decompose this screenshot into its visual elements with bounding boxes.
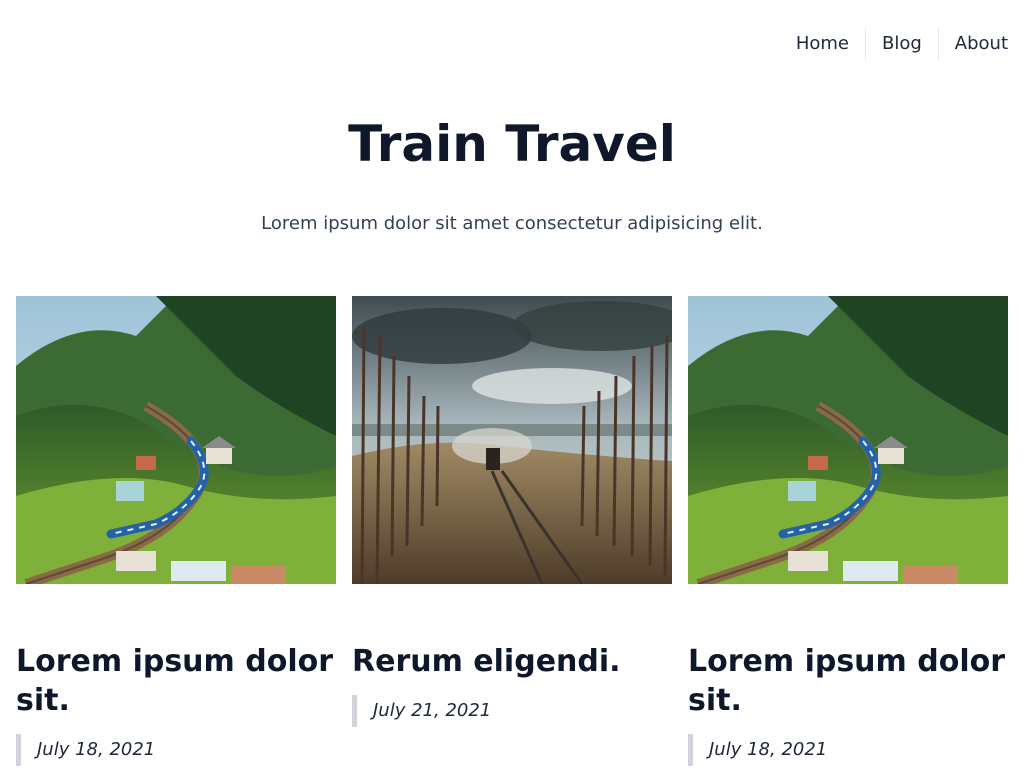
train-in-green-valley-image[interactable] bbox=[688, 296, 1008, 584]
post-title[interactable]: Lorem ipsum dolor sit. bbox=[688, 642, 1008, 720]
post-title[interactable]: Rerum eligendi. bbox=[352, 642, 672, 681]
post-title[interactable]: Lorem ipsum dolor sit. bbox=[16, 642, 336, 720]
post-date: July 18, 2021 bbox=[688, 734, 1008, 766]
page-subtitle: Lorem ipsum dolor sit amet consectetur a… bbox=[261, 213, 763, 234]
main-nav: Home Blog About bbox=[780, 28, 1008, 60]
post-grid: Lorem ipsum dolor sit. July 18, 2021 Rer… bbox=[16, 296, 1008, 766]
nav-home-link[interactable]: Home bbox=[780, 28, 865, 60]
nav-about-link[interactable]: About bbox=[937, 28, 1008, 60]
post-card[interactable]: Rerum eligendi. July 21, 2021 bbox=[352, 296, 672, 766]
train-in-green-valley-image[interactable] bbox=[16, 296, 336, 584]
post-card[interactable]: Lorem ipsum dolor sit. July 18, 2021 bbox=[16, 296, 336, 766]
page-title: Train Travel bbox=[348, 115, 676, 173]
nav-blog-link[interactable]: Blog bbox=[864, 28, 938, 60]
post-date: July 21, 2021 bbox=[352, 695, 672, 727]
post-date: July 18, 2021 bbox=[16, 734, 336, 766]
steam-train-in-forest-image[interactable] bbox=[352, 296, 672, 584]
post-card[interactable]: Lorem ipsum dolor sit. July 18, 2021 bbox=[688, 296, 1008, 766]
